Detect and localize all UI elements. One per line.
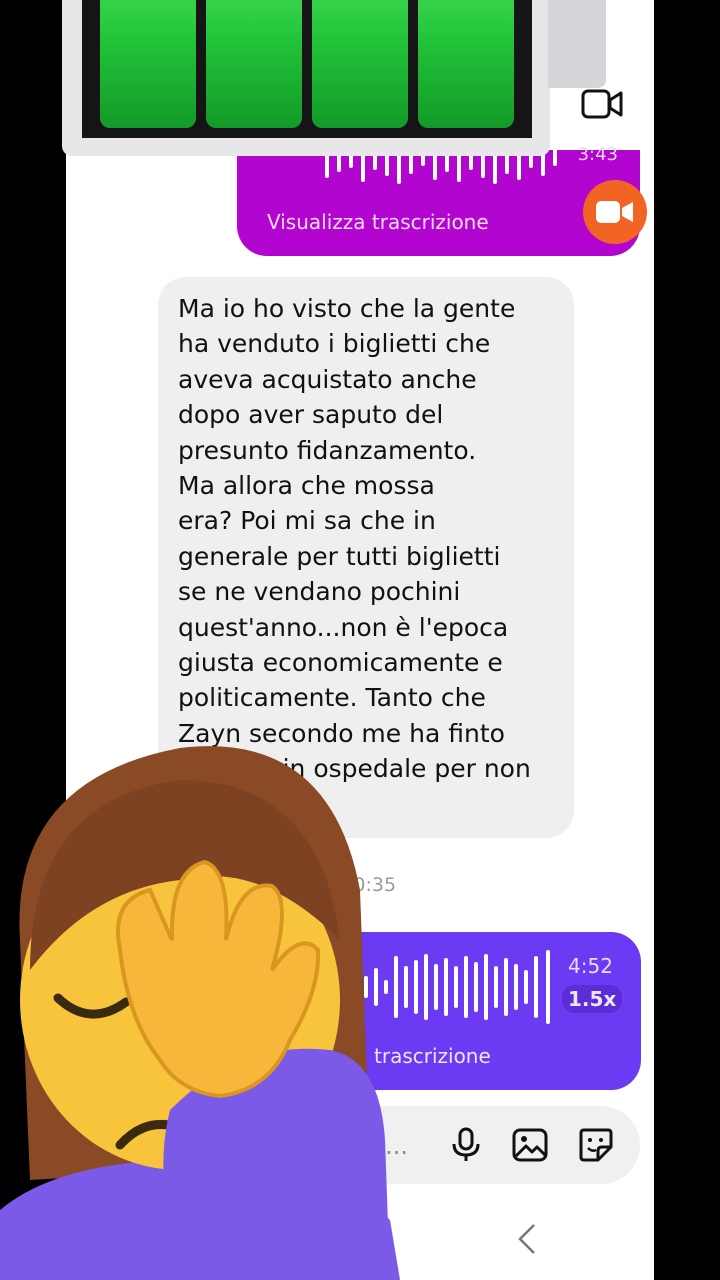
- message-line: Ma allora che mossa: [178, 471, 435, 501]
- battery-cell: [206, 0, 302, 128]
- image-icon[interactable]: [512, 1127, 548, 1163]
- video-camera-icon[interactable]: [580, 86, 624, 122]
- battery-cell: [418, 0, 514, 128]
- message-line: aveva acquistato anche: [178, 364, 477, 394]
- message-line: dopo aver saputo del: [178, 400, 444, 430]
- facepalm-emoji-overlay: [0, 746, 400, 1280]
- voice-duration: 3:43: [577, 144, 618, 165]
- message-line: Ma io ho visto che la gente: [178, 294, 516, 323]
- microphone-icon[interactable]: [448, 1127, 484, 1163]
- message-line: generale per tutti biglietti: [178, 541, 501, 571]
- playback-speed-button[interactable]: 1.5x: [562, 985, 623, 1013]
- voice-message-bubble[interactable]: 3:43 Visualizza trascrizione: [237, 144, 640, 256]
- battery-icon: [82, 0, 532, 138]
- video-record-icon: [596, 201, 633, 223]
- message-line: se ne vendano pochini: [178, 577, 461, 607]
- message-line: presunto fidanzamento.: [178, 435, 477, 465]
- message-line: quest'anno...non è l'epoca: [178, 612, 509, 642]
- message-line: ha venduto i biglietti che: [178, 329, 491, 359]
- voice-duration: 4:52: [568, 954, 613, 978]
- message-line: giusta economicamente e: [178, 648, 503, 678]
- battery-tip: [548, 0, 606, 88]
- record-video-button[interactable]: [583, 180, 647, 244]
- view-transcript-link[interactable]: Visualizza trascrizione: [267, 210, 489, 234]
- sticker-icon[interactable]: [578, 1127, 614, 1163]
- message-line: politicamente. Tanto che: [178, 683, 486, 713]
- battery-cell: [100, 0, 196, 128]
- message-line: era? Poi mi sa che in: [178, 506, 436, 536]
- chevron-left-icon[interactable]: [512, 1222, 542, 1256]
- battery-cell: [312, 0, 408, 128]
